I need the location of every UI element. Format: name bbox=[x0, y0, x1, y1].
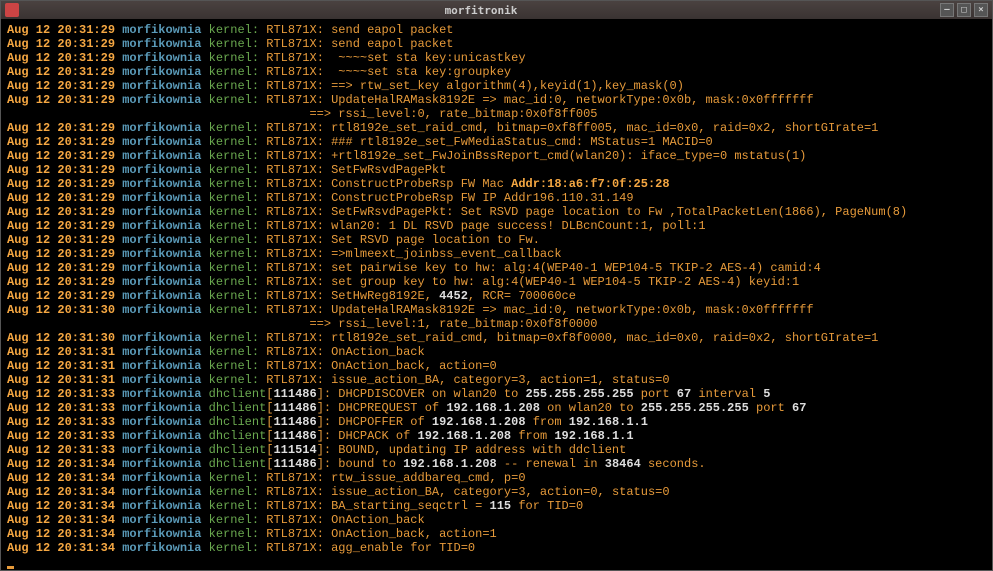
terminal-output[interactable]: Aug 12 20:31:29 morfikownia kernel: RTL8… bbox=[1, 19, 992, 570]
log-line: Aug 12 20:31:29 morfikownia kernel: RTL8… bbox=[7, 247, 986, 261]
log-line: Aug 12 20:31:31 morfikownia kernel: RTL8… bbox=[7, 359, 986, 373]
log-line: Aug 12 20:31:34 morfikownia kernel: RTL8… bbox=[7, 499, 986, 513]
log-line: Aug 12 20:31:29 morfikownia kernel: RTL8… bbox=[7, 23, 986, 37]
log-line: Aug 12 20:31:29 morfikownia kernel: RTL8… bbox=[7, 149, 986, 163]
log-line: Aug 12 20:31:30 morfikownia kernel: RTL8… bbox=[7, 303, 986, 317]
app-icon bbox=[5, 3, 19, 17]
log-line: Aug 12 20:31:30 morfikownia kernel: RTL8… bbox=[7, 331, 986, 345]
log-line: Aug 12 20:31:34 morfikownia kernel: RTL8… bbox=[7, 527, 986, 541]
log-line: ==> rssi_level:0, rate_bitmap:0x0f8ff005 bbox=[7, 107, 986, 121]
log-line: Aug 12 20:31:29 morfikownia kernel: RTL8… bbox=[7, 37, 986, 51]
log-line: Aug 12 20:31:29 morfikownia kernel: RTL8… bbox=[7, 289, 986, 303]
log-line: Aug 12 20:31:29 morfikownia kernel: RTL8… bbox=[7, 93, 986, 107]
log-line: Aug 12 20:31:34 morfikownia dhclient[111… bbox=[7, 457, 986, 471]
log-line: Aug 12 20:31:29 morfikownia kernel: RTL8… bbox=[7, 205, 986, 219]
titlebar[interactable]: morfitronik – □ × bbox=[1, 1, 992, 19]
minimize-button[interactable]: – bbox=[940, 3, 954, 17]
cursor bbox=[7, 566, 14, 569]
log-line: Aug 12 20:31:31 morfikownia kernel: RTL8… bbox=[7, 373, 986, 387]
log-line: Aug 12 20:31:34 morfikownia kernel: RTL8… bbox=[7, 541, 986, 555]
terminal-window: morfitronik – □ × Aug 12 20:31:29 morfik… bbox=[0, 0, 993, 571]
log-line: Aug 12 20:31:29 morfikownia kernel: RTL8… bbox=[7, 51, 986, 65]
log-line: Aug 12 20:31:33 morfikownia dhclient[111… bbox=[7, 387, 986, 401]
log-line: Aug 12 20:31:29 morfikownia kernel: RTL8… bbox=[7, 219, 986, 233]
log-line: Aug 12 20:31:34 morfikownia kernel: RTL8… bbox=[7, 471, 986, 485]
log-line: Aug 12 20:31:33 morfikownia dhclient[111… bbox=[7, 429, 986, 443]
log-line: Aug 12 20:31:29 morfikownia kernel: RTL8… bbox=[7, 79, 986, 93]
log-line: Aug 12 20:31:29 morfikownia kernel: RTL8… bbox=[7, 163, 986, 177]
log-line: Aug 12 20:31:29 morfikownia kernel: RTL8… bbox=[7, 121, 986, 135]
log-line: Aug 12 20:31:29 morfikownia kernel: RTL8… bbox=[7, 65, 986, 79]
log-line: Aug 12 20:31:34 morfikownia kernel: RTL8… bbox=[7, 485, 986, 499]
log-line: Aug 12 20:31:29 morfikownia kernel: RTL8… bbox=[7, 261, 986, 275]
log-line: Aug 12 20:31:34 morfikownia kernel: RTL8… bbox=[7, 513, 986, 527]
close-button[interactable]: × bbox=[974, 3, 988, 17]
log-line: Aug 12 20:31:29 morfikownia kernel: RTL8… bbox=[7, 135, 986, 149]
log-line: Aug 12 20:31:31 morfikownia kernel: RTL8… bbox=[7, 345, 986, 359]
log-line: Aug 12 20:31:29 morfikownia kernel: RTL8… bbox=[7, 275, 986, 289]
log-line: Aug 12 20:31:29 morfikownia kernel: RTL8… bbox=[7, 177, 986, 191]
maximize-button[interactable]: □ bbox=[957, 3, 971, 17]
log-line: Aug 12 20:31:33 morfikownia dhclient[111… bbox=[7, 415, 986, 429]
log-line: Aug 12 20:31:29 morfikownia kernel: RTL8… bbox=[7, 233, 986, 247]
log-line: ==> rssi_level:1, rate_bitmap:0x0f8f0000 bbox=[7, 317, 986, 331]
log-line: Aug 12 20:31:33 morfikownia dhclient[111… bbox=[7, 401, 986, 415]
window-title: morfitronik bbox=[25, 4, 937, 17]
log-line: Aug 12 20:31:29 morfikownia kernel: RTL8… bbox=[7, 191, 986, 205]
log-line: Aug 12 20:31:33 morfikownia dhclient[111… bbox=[7, 443, 986, 457]
